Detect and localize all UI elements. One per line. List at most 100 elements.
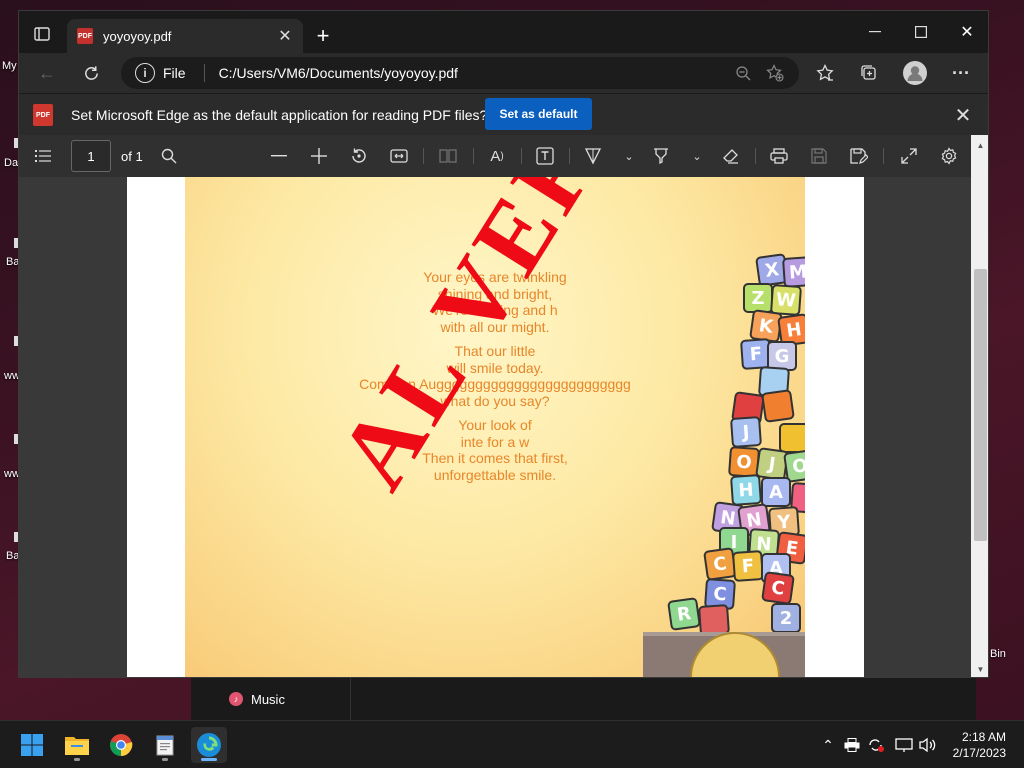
pdf-settings-gear-icon[interactable] [935,142,963,170]
rotate-icon[interactable] [345,142,373,170]
full-screen-icon[interactable] [895,142,923,170]
vertical-scrollbar[interactable]: ▲ ▼ [971,135,988,677]
file-explorer-icon[interactable] [59,727,95,763]
music-nav-item[interactable]: ♪ Music [191,678,351,720]
default-pdf-infobar: PDF Set Microsoft Edge as the default ap… [19,93,988,135]
pdf-viewer-area[interactable]: Your eyes are twinkling shining and brigh… [19,177,971,677]
alphabet-block: M [781,255,805,289]
toolbar-divider [883,148,884,164]
toolbar-divider [473,148,474,164]
alphabet-block: H [729,473,763,507]
close-window-button[interactable]: ✕ [944,11,988,53]
minimize-button[interactable] [852,11,898,53]
desktop-icon-label[interactable]: Da [4,157,18,169]
scroll-down-arrow-icon[interactable]: ▼ [971,661,988,677]
highlight-icon[interactable] [647,142,675,170]
pdf-page: Your eyes are twinkling shining and brigh… [127,177,864,677]
alphabet-block [779,423,805,453]
table-of-contents-icon[interactable] [29,142,57,170]
save-icon[interactable] [805,142,833,170]
maximize-button[interactable] [898,11,944,53]
sync-icon[interactable] [866,735,886,755]
set-as-default-button[interactable]: Set as default [485,98,592,130]
page-illustration: Your eyes are twinkling shining and brigh… [185,177,805,677]
notepad-icon[interactable] [147,727,183,763]
edge-window: PDF yoyoyoy.pdf ✕ + ✕ ← i File C:/Users/… [18,10,989,678]
site-info-icon[interactable]: i [135,63,155,83]
pdf-toolbar: 1 of 1 A) ⌄ ⌄ [19,135,971,177]
volume-icon[interactable] [918,735,938,755]
toolbar-divider [521,148,522,164]
poem-line: what do you say? [440,392,550,409]
chrome-icon[interactable] [103,727,139,763]
tab-actions-icon[interactable] [27,23,57,45]
system-clock[interactable]: 2:18 AM 2/17/2023 [953,729,1006,761]
title-bar: PDF yoyoyoy.pdf ✕ + ✕ [19,11,988,53]
address-divider [203,64,205,82]
clock-time: 2:18 AM [961,730,1006,744]
print-icon[interactable] [765,142,793,170]
alphabet-block: Z [743,283,773,313]
page-count: of 1 [121,149,143,164]
settings-more-icon[interactable]: ··· [945,57,977,89]
page-view-icon[interactable] [434,142,462,170]
alphabet-block: J [729,415,763,449]
zoom-in-icon[interactable] [305,142,333,170]
add-favorite-icon[interactable] [759,57,791,89]
poem-line: unforgettable smile. [433,466,557,483]
network-icon[interactable] [894,735,914,755]
toolbar-divider [569,148,570,164]
background-app-strip: ♪ Music [191,678,976,720]
printer-icon[interactable] [842,735,862,755]
toolbar-divider [755,148,756,164]
back-button[interactable]: ← [31,57,63,89]
close-tab-icon[interactable]: ✕ [273,24,297,48]
poem-line: Come on Auggggggggggggggggggggggggg [359,376,631,392]
show-hidden-icons-chevron-up-icon[interactable]: ⌃ [818,735,838,755]
refresh-button[interactable] [75,57,107,89]
desktop-icon-label[interactable]: My [2,60,17,72]
close-infobar-icon[interactable]: ✕ [952,104,974,127]
draw-options-chevron-down-icon[interactable]: ⌄ [615,142,643,170]
tab-title: yoyoyoy.pdf [103,28,172,44]
read-aloud-icon[interactable]: A) [483,142,511,170]
search-icon[interactable] [155,142,183,170]
address-bar[interactable]: i File C:/Users/VM6/Documents/yoyoyoy.pd… [121,57,799,89]
music-label: Music [251,691,285,707]
erase-icon[interactable] [717,142,745,170]
highlight-options-chevron-down-icon[interactable]: ⌄ [683,142,711,170]
poem-line: inte for a w [460,433,530,450]
collections-icon[interactable] [853,57,885,89]
profile-avatar-icon[interactable] [899,57,931,89]
start-icon[interactable] [14,727,50,763]
alphabet-block: F [731,549,765,583]
address-url[interactable]: C:/Users/VM6/Documents/yoyoyoy.pdf [219,65,727,81]
tab-pdf[interactable]: PDF yoyoyoy.pdf ✕ [67,19,303,53]
alphabet-block [761,389,795,423]
save-as-icon[interactable] [845,142,873,170]
scroll-up-arrow-icon[interactable]: ▲ [971,137,988,153]
toolbar-divider [423,148,424,164]
add-text-icon[interactable] [531,142,559,170]
poem-line: Then it comes that first, [422,450,568,466]
edge-icon[interactable] [191,727,227,763]
pdf-icon: PDF [33,104,53,126]
poem-stanza: Your look of inte for a w Then it comes th… [185,417,805,483]
new-tab-button[interactable]: + [309,23,337,49]
zoom-out-icon[interactable] [265,142,293,170]
clock-date: 2/17/2023 [952,746,1006,760]
draw-icon[interactable] [579,142,607,170]
fit-to-width-icon[interactable] [385,142,413,170]
music-note-icon: ♪ [229,692,243,706]
page-number-input[interactable]: 1 [71,140,111,172]
active-indicator [201,758,217,761]
running-indicator [162,758,168,761]
navigation-bar: ← i File C:/Users/VM6/Documents/yoyoyoy.… [19,53,988,93]
zoom-out-icon[interactable] [727,57,759,89]
infobar-message: Set Microsoft Edge as the default applic… [71,107,488,123]
scroll-thumb[interactable] [974,269,987,541]
address-scheme: File [163,65,186,81]
alphabet-block: R [667,597,701,631]
favorites-icon[interactable] [809,57,841,89]
recycle-bin-label[interactable]: Bin [990,648,1006,660]
